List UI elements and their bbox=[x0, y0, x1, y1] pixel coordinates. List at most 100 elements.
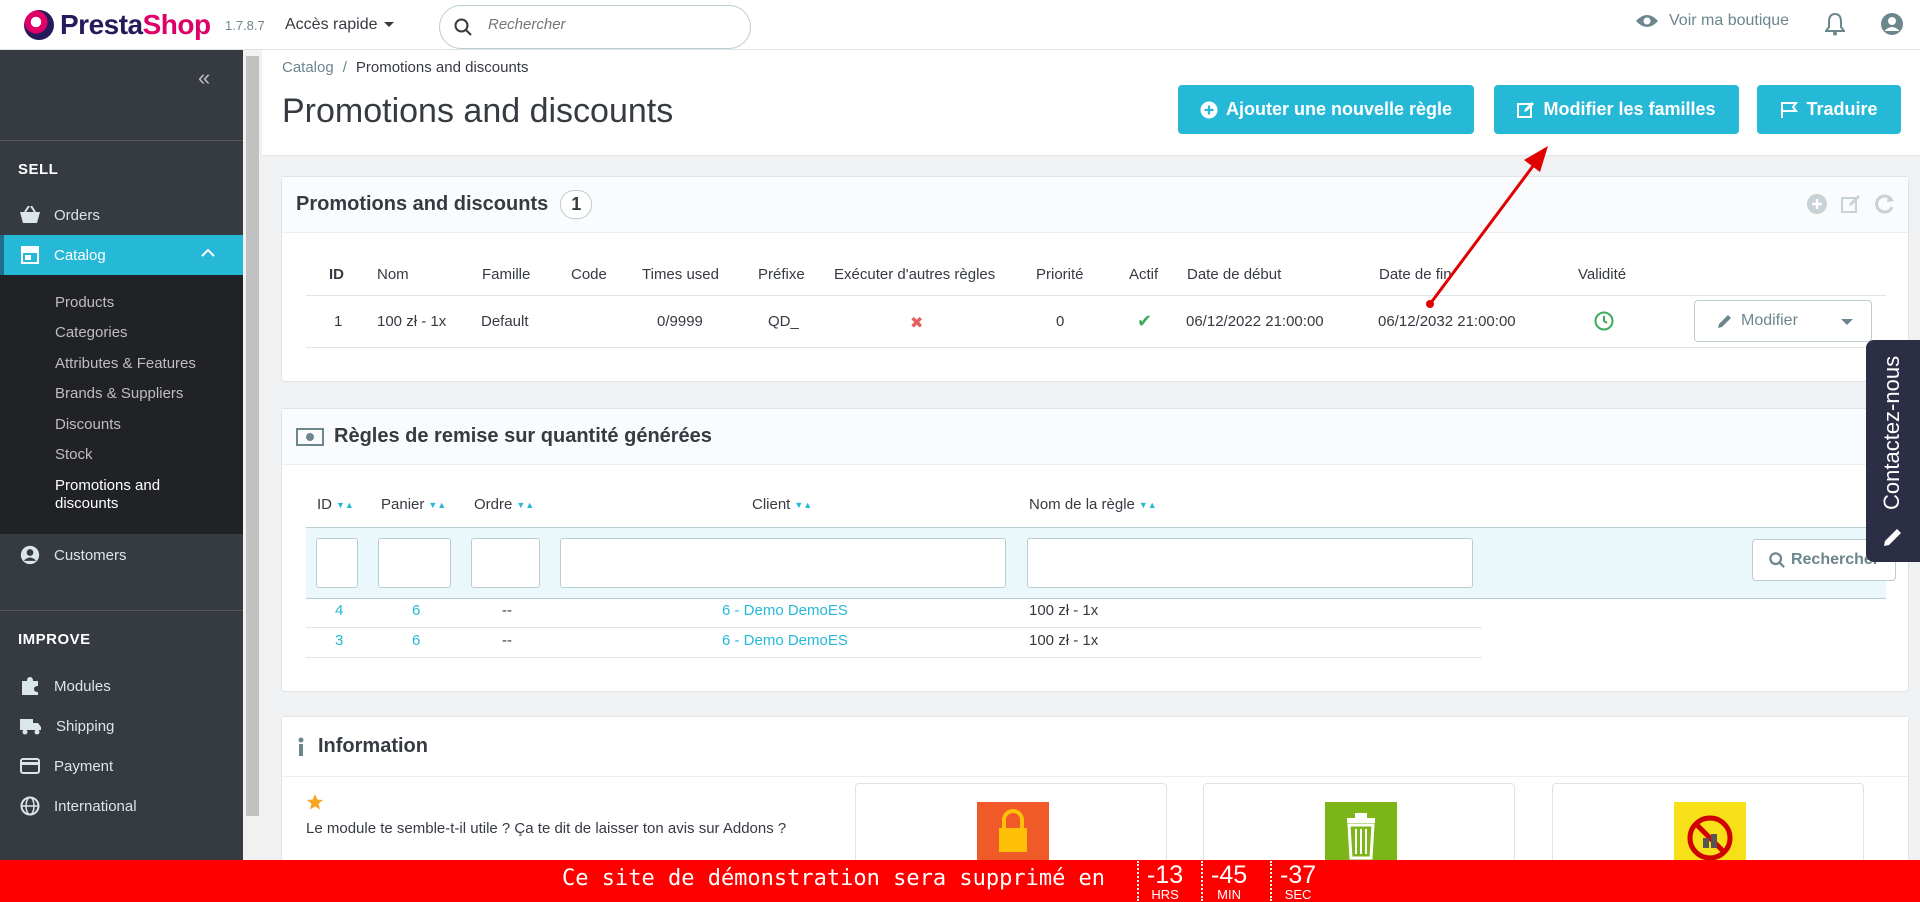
translate-button[interactable]: Traduire bbox=[1757, 85, 1901, 134]
filter-order-input[interactable] bbox=[471, 538, 540, 588]
edit-families-button[interactable]: Modifier les familles bbox=[1494, 85, 1739, 134]
gen-row-id[interactable]: 3 bbox=[335, 632, 343, 649]
pencil-icon bbox=[1718, 315, 1731, 328]
submenu-brands[interactable]: Brands & Suppliers bbox=[55, 385, 230, 403]
logo-text: PrestaShop bbox=[60, 9, 211, 40]
row-divider bbox=[306, 627, 1482, 628]
rule-id: 1 bbox=[334, 313, 343, 330]
prestashop-logo[interactable]: PrestaShop bbox=[24, 9, 211, 41]
add-rule-button[interactable]: Ajouter une nouvelle règle bbox=[1178, 85, 1474, 134]
filter-id-input[interactable] bbox=[316, 538, 358, 588]
breadcrumb-separator: / bbox=[342, 59, 347, 76]
gen-row-rule: 100 zł - 1x bbox=[1029, 602, 1099, 619]
page-header: Catalog / Promotions and discounts Promoti… bbox=[262, 50, 1920, 156]
search-box[interactable] bbox=[439, 5, 751, 49]
row-divider bbox=[306, 657, 1482, 658]
col-gen-id[interactable]: ID ▼▲ bbox=[317, 496, 354, 513]
check-icon: ✔ bbox=[1137, 311, 1153, 331]
col-name: Nom bbox=[377, 266, 409, 283]
submenu-promotions[interactable]: Promotions and discounts bbox=[55, 477, 195, 513]
scrollbar-thumb[interactable] bbox=[246, 56, 259, 816]
col-gen-rule[interactable]: Nom de la règle ▼▲ bbox=[1029, 496, 1157, 513]
basket-icon bbox=[20, 206, 40, 223]
col-prefix: Préfixe bbox=[758, 266, 805, 283]
sidebar-item-catalog[interactable]: Catalog bbox=[0, 235, 243, 275]
view-shop-link[interactable]: Voir ma boutique bbox=[1635, 12, 1789, 30]
logo-icon bbox=[24, 10, 54, 40]
gen-row-client[interactable]: 6 - Demo DemoES bbox=[722, 602, 848, 619]
sidebar-scrollbar[interactable] bbox=[243, 50, 262, 862]
sidebar-item-modules[interactable]: Modules bbox=[0, 666, 243, 706]
gen-row-order: -- bbox=[502, 632, 512, 649]
col-gen-order[interactable]: Ordre ▼▲ bbox=[474, 496, 534, 513]
gen-row-id[interactable]: 4 bbox=[335, 602, 343, 619]
gen-row-order: -- bbox=[502, 602, 512, 619]
user-circle-icon bbox=[1881, 13, 1903, 35]
col-priority: Priorité bbox=[1036, 266, 1084, 283]
bell-icon bbox=[1825, 12, 1845, 36]
user-circle-icon bbox=[20, 545, 40, 565]
search-icon bbox=[454, 18, 472, 36]
sidebar-item-shipping[interactable]: Shipping bbox=[0, 706, 243, 746]
info-icon bbox=[298, 737, 304, 756]
edit-icon[interactable] bbox=[1840, 193, 1862, 221]
submenu-stock[interactable]: Stock bbox=[55, 446, 230, 464]
filter-client-input[interactable] bbox=[560, 538, 1006, 588]
add-icon[interactable] bbox=[1806, 193, 1828, 221]
puzzle-icon bbox=[22, 677, 38, 695]
modify-rule-button[interactable]: Modifier bbox=[1694, 300, 1872, 342]
generated-panel-title: Règles de remise sur quantité générées bbox=[334, 425, 712, 447]
submenu-discounts[interactable]: Discounts bbox=[55, 416, 230, 434]
top-header: PrestaShop 1.7.8.7 Accès rapide Voir ma … bbox=[0, 0, 1920, 50]
submenu-products[interactable]: Products bbox=[55, 294, 230, 312]
collapse-sidebar-icon[interactable]: « bbox=[198, 65, 210, 91]
edit-families-label: Modifier les familles bbox=[1543, 99, 1716, 119]
submenu-attributes[interactable]: Attributes & Features bbox=[55, 355, 230, 373]
gen-row-client[interactable]: 6 - Demo DemoES bbox=[722, 632, 848, 649]
sidebar-item-orders[interactable]: Orders bbox=[0, 195, 243, 235]
info-panel-title: Information bbox=[318, 735, 428, 757]
sidebar-item-label: Customers bbox=[54, 546, 127, 564]
information-panel: Information Le module te semble-t-il uti… bbox=[281, 716, 1909, 876]
search-input[interactable] bbox=[488, 16, 728, 33]
breadcrumb-catalog[interactable]: Catalog bbox=[282, 59, 334, 76]
section-sell: SELL bbox=[18, 161, 59, 178]
rules-panel-header: Promotions and discounts 1 bbox=[282, 177, 1908, 233]
submenu-categories[interactable]: Categories bbox=[55, 324, 230, 342]
notifications-button[interactable] bbox=[1825, 12, 1845, 36]
col-id: ID bbox=[329, 266, 344, 283]
account-button[interactable] bbox=[1880, 12, 1904, 36]
col-date-end: Date de fin bbox=[1379, 266, 1452, 283]
quick-access-dropdown[interactable]: Accès rapide bbox=[285, 16, 394, 34]
filter-cart-input[interactable] bbox=[378, 538, 451, 588]
sidebar: « SELL Orders Catalog Products Categorie… bbox=[0, 50, 243, 862]
truck-icon bbox=[20, 719, 41, 735]
view-shop-label: Voir ma boutique bbox=[1669, 12, 1790, 29]
gen-row-cart[interactable]: 6 bbox=[412, 602, 420, 619]
cross-icon: ✖ bbox=[910, 315, 924, 332]
sidebar-item-payment[interactable]: Payment bbox=[0, 746, 243, 786]
col-run-other: Exécuter d'autres règles bbox=[834, 266, 996, 283]
col-gen-cart[interactable]: Panier ▼▲ bbox=[381, 496, 446, 513]
gen-row-rule: 100 zł - 1x bbox=[1029, 632, 1099, 649]
info-card-trash[interactable] bbox=[1203, 783, 1515, 864]
col-gen-client[interactable]: Client ▼▲ bbox=[752, 496, 812, 513]
sidebar-item-international[interactable]: International bbox=[0, 786, 243, 826]
plus-circle-icon bbox=[1200, 101, 1218, 118]
info-card-no-coins[interactable] bbox=[1552, 783, 1864, 864]
gen-row-cart[interactable]: 6 bbox=[412, 632, 420, 649]
clock-icon bbox=[1594, 311, 1614, 335]
sidebar-divider bbox=[0, 140, 243, 141]
generated-rules-panel: Règles de remise sur quantité générées I… bbox=[281, 408, 1909, 692]
contact-us-tab[interactable]: Contactez-nous bbox=[1866, 340, 1920, 562]
trash-icon bbox=[1325, 802, 1397, 864]
info-card-lock[interactable] bbox=[855, 783, 1167, 864]
info-panel-header: Information bbox=[282, 717, 1908, 777]
breadcrumb: Catalog / Promotions and discounts bbox=[282, 59, 528, 76]
sidebar-item-label: Payment bbox=[54, 757, 114, 775]
filter-rule-input[interactable] bbox=[1027, 538, 1473, 588]
col-times-used: Times used bbox=[642, 266, 719, 283]
sidebar-item-customers[interactable]: Customers bbox=[0, 535, 243, 575]
refresh-icon[interactable] bbox=[1874, 193, 1896, 221]
dropdown-caret-icon[interactable] bbox=[1841, 319, 1853, 325]
